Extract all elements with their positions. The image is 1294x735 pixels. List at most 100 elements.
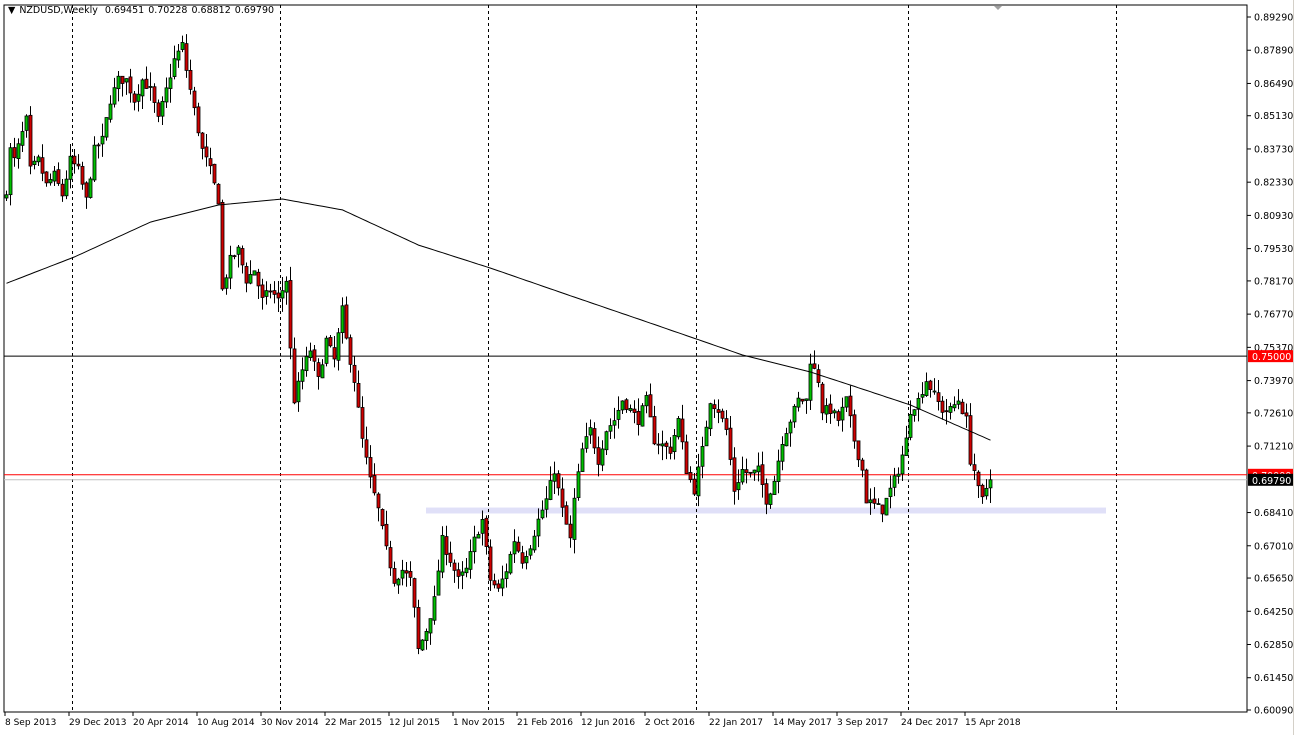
candle-body xyxy=(621,401,624,410)
candle-body xyxy=(45,172,48,183)
candle-body xyxy=(169,78,172,89)
candle-body xyxy=(629,408,632,410)
candle-body xyxy=(957,401,960,404)
candle-body xyxy=(509,554,512,573)
price-chart[interactable]: 0.892900.878900.864900.851300.837300.823… xyxy=(0,0,1294,735)
candle-body xyxy=(945,411,948,412)
candle xyxy=(289,267,292,359)
candle-body xyxy=(441,535,444,572)
candle-body xyxy=(89,179,92,198)
x-tick-label: 3 Sep 2017 xyxy=(837,718,888,728)
candle xyxy=(105,117,108,140)
candle-body xyxy=(693,479,696,494)
candle-body xyxy=(405,571,408,573)
candle-body xyxy=(521,553,524,564)
candle-body xyxy=(517,542,520,551)
candle-body xyxy=(749,472,752,473)
y-tick-label: 0.67010 xyxy=(1254,541,1293,552)
candle-body xyxy=(57,170,60,184)
candle-body xyxy=(549,481,552,500)
x-tick-label: 12 Jun 2016 xyxy=(581,718,635,728)
candle-body xyxy=(685,442,688,474)
candle-body xyxy=(317,363,320,377)
candle-body xyxy=(69,156,72,179)
candle-body xyxy=(709,404,712,429)
candle-body xyxy=(689,472,692,479)
candle-body xyxy=(101,136,104,144)
candle-body xyxy=(653,417,656,444)
y-tick-label: 0.62850 xyxy=(1254,640,1293,651)
candle-body xyxy=(913,410,916,416)
candle-body xyxy=(581,449,584,472)
candle-body xyxy=(973,465,976,471)
ohlc-low: 0.68812 xyxy=(191,5,230,16)
candle-body xyxy=(333,348,336,359)
x-tick-label: 10 Aug 2014 xyxy=(197,718,255,728)
candle-body xyxy=(213,164,216,183)
candle-body xyxy=(485,518,488,546)
candle-body xyxy=(449,553,452,562)
candle-body xyxy=(49,179,52,182)
candle-body xyxy=(645,395,648,405)
candle-body xyxy=(13,148,16,158)
candle-body xyxy=(113,88,116,104)
candle-body xyxy=(389,548,392,568)
candle-body xyxy=(677,418,680,436)
candle-body xyxy=(585,437,588,449)
candle-body xyxy=(833,411,836,413)
collapse-triangle-icon[interactable]: ▼ xyxy=(8,5,15,16)
candle-body xyxy=(277,293,280,298)
candle xyxy=(885,498,888,515)
candle xyxy=(217,183,220,204)
candle-body xyxy=(821,384,824,413)
candle-body xyxy=(73,156,76,164)
candle-body xyxy=(717,410,720,413)
candle-body xyxy=(37,157,40,162)
candle-body xyxy=(285,281,288,292)
x-tick-label: 1 Nov 2015 xyxy=(453,718,505,728)
candle-body xyxy=(697,467,700,496)
candle-body xyxy=(325,338,328,363)
candle-body xyxy=(249,274,252,283)
candle-body xyxy=(657,444,660,445)
candle-body xyxy=(417,607,420,648)
candle-body xyxy=(109,104,112,119)
candle-body xyxy=(453,563,456,570)
candle-body xyxy=(341,306,344,333)
price-tag-label: 0.69790 xyxy=(1252,476,1291,487)
candle-body xyxy=(25,116,28,130)
candle-body xyxy=(813,364,816,369)
ohlc-close: 0.69790 xyxy=(235,5,274,16)
candle-body xyxy=(197,107,200,133)
candle xyxy=(641,403,644,427)
candle-body xyxy=(817,370,820,383)
candle-body xyxy=(17,144,20,159)
y-tick-label: 0.83730 xyxy=(1254,144,1293,155)
candle-body xyxy=(477,534,480,538)
candle-body xyxy=(529,549,532,555)
candle-body xyxy=(909,414,912,437)
candle-body xyxy=(265,291,268,297)
candle-body xyxy=(241,248,244,264)
candle-body xyxy=(361,407,364,438)
candle-body xyxy=(301,370,304,382)
candle xyxy=(865,469,868,504)
candle-body xyxy=(745,470,748,473)
candle-body xyxy=(885,498,888,515)
x-tick-label: 15 Apr 2018 xyxy=(965,718,1021,728)
x-tick-label: 22 Jan 2017 xyxy=(709,718,763,728)
x-tick-label: 21 Feb 2016 xyxy=(517,718,573,728)
candle-body xyxy=(669,447,672,453)
candle-body xyxy=(733,458,736,492)
candle-body xyxy=(469,552,472,570)
candle-body xyxy=(969,416,972,465)
candle-body xyxy=(253,271,256,275)
candle-body xyxy=(557,474,560,488)
candle-body xyxy=(881,505,884,514)
candle-body xyxy=(261,285,264,298)
candle-body xyxy=(837,412,840,421)
candle-body xyxy=(753,470,756,473)
candle-body xyxy=(133,94,136,102)
candle-body xyxy=(433,597,436,621)
candle-body xyxy=(953,405,956,408)
